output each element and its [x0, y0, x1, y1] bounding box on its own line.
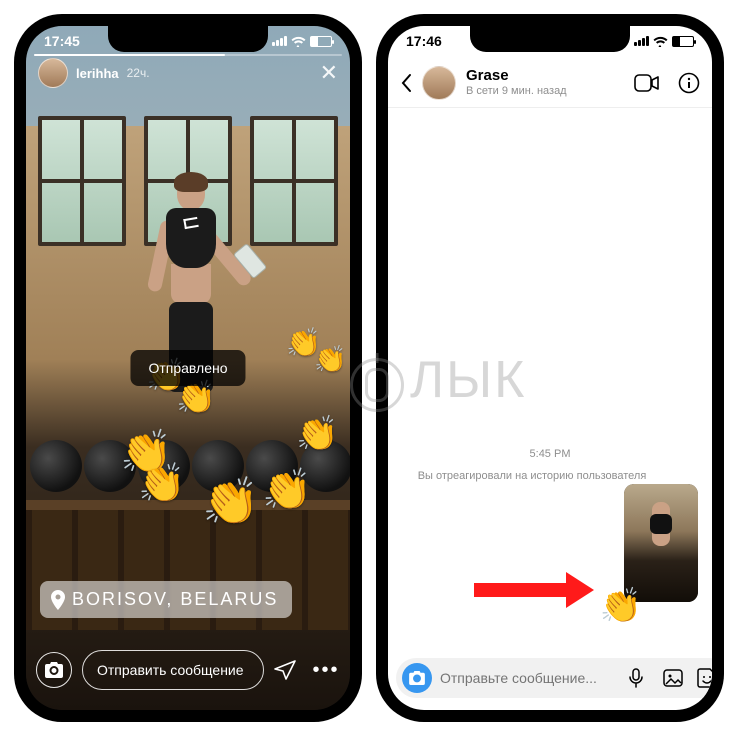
reaction-clap-icon: 👏 [202, 474, 259, 529]
back-button[interactable] [400, 73, 412, 93]
wifi-icon [291, 36, 306, 47]
story-age: 22ч. [127, 66, 150, 80]
camera-icon [409, 671, 425, 685]
reaction-caption: Вы отреагировали на историю пользователя [402, 470, 662, 482]
sticker-button[interactable] [697, 668, 712, 688]
author-avatar[interactable] [38, 58, 68, 88]
video-call-button[interactable] [634, 74, 660, 92]
chevron-left-icon [400, 73, 412, 93]
more-button[interactable]: ••• [312, 659, 340, 682]
phone-frame-right: 17:46 Grase В сети 9 мин. назад [376, 14, 724, 722]
reaction-clap-icon: 👏 [314, 344, 346, 375]
dm-header: Grase В сети 9 мин. назад [388, 58, 712, 108]
message-input-pill[interactable] [396, 658, 712, 698]
chat-name: Grase [466, 68, 567, 85]
chat-title-block[interactable]: Grase В сети 9 мин. назад [466, 68, 567, 97]
reaction-clap-icon: 👏 [138, 462, 185, 506]
camera-button[interactable] [36, 652, 72, 688]
annotation-arrow [474, 572, 594, 608]
location-sticker[interactable]: BORISOV, BELARUS [40, 581, 292, 618]
reply-placeholder: Отправить сообщение [97, 662, 244, 678]
notch [108, 26, 268, 52]
dm-footer [388, 654, 712, 702]
reaction-clap-icon: 👏 [262, 466, 312, 513]
reaction-emoji: 👏 [600, 586, 642, 626]
send-icon [274, 660, 296, 680]
close-icon[interactable]: ✕ [320, 62, 338, 84]
location-pin-icon [50, 590, 66, 610]
camera-icon [45, 662, 63, 678]
cellular-icon [634, 36, 649, 46]
notch [470, 26, 630, 52]
image-icon [663, 669, 683, 687]
message-input[interactable] [440, 670, 621, 686]
info-button[interactable] [678, 72, 700, 94]
status-time: 17:46 [406, 33, 442, 49]
sent-toast: Отправлено [130, 350, 245, 386]
dm-body[interactable]: 5:45 PM Вы отреагировали на историю поль… [388, 108, 712, 650]
share-button[interactable] [274, 660, 302, 680]
chat-avatar[interactable] [422, 66, 456, 100]
story-progress [34, 54, 342, 56]
voice-button[interactable] [629, 668, 655, 688]
battery-icon [672, 36, 694, 47]
chat-status: В сети 9 мин. назад [466, 85, 567, 97]
phone-frame-left: 17:45 [14, 14, 362, 722]
battery-icon [310, 36, 332, 47]
reaction-clap-icon: 👏 [296, 414, 338, 454]
message-timestamp: 5:45 PM [388, 448, 712, 460]
info-icon [678, 72, 700, 94]
status-time: 17:45 [44, 33, 80, 49]
wifi-icon [653, 36, 668, 47]
story-reply-thumbnail[interactable] [624, 484, 698, 602]
author-username[interactable]: lerihha [76, 66, 119, 81]
reply-input[interactable]: Отправить сообщение [82, 650, 264, 690]
screen-story: 17:45 [26, 26, 350, 710]
dm-camera-button[interactable] [402, 663, 432, 693]
gallery-button[interactable] [663, 669, 689, 687]
location-text: BORISOV, BELARUS [72, 589, 278, 610]
mic-icon [629, 668, 643, 688]
sticker-icon [697, 668, 712, 688]
video-icon [634, 74, 660, 92]
cellular-icon [272, 36, 287, 46]
